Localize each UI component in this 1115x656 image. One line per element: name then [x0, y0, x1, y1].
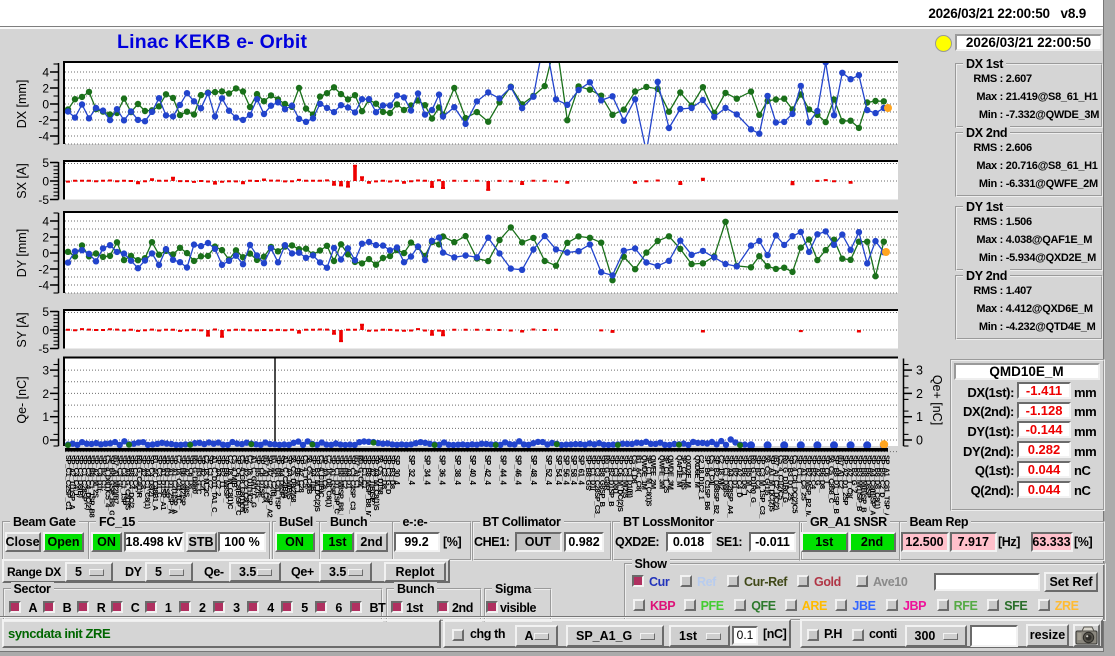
svg-text:2: 2	[42, 231, 49, 245]
svg-text:SP_34_4: SP_34_4	[422, 455, 431, 485]
svg-text:1: 1	[42, 410, 49, 424]
svg-text:4: 4	[42, 215, 49, 229]
svg-text:0: 0	[916, 434, 923, 448]
svg-text:SP_52_4: SP_52_4	[544, 455, 553, 485]
svg-text:4: 4	[42, 66, 49, 80]
svg-text:0: 0	[42, 247, 49, 261]
svg-text:DX [mm]: DX [mm]	[15, 80, 29, 129]
svg-text:3: 3	[42, 364, 49, 378]
svg-text:SP_46_4: SP_46_4	[514, 455, 523, 485]
svg-text:SY [A]: SY [A]	[15, 312, 29, 347]
svg-text:2: 2	[42, 387, 49, 401]
svg-text:SP_32_4: SP_32_4	[407, 455, 416, 485]
svg-text:-2: -2	[38, 114, 49, 128]
svg-text:Qe- [nC]: Qe- [nC]	[15, 376, 29, 423]
svg-text:1: 1	[916, 410, 923, 424]
svg-text:QWFE_2M: QWFE_2M	[649, 455, 658, 489]
svg-text:-4: -4	[38, 130, 49, 144]
svg-text:2: 2	[42, 82, 49, 96]
svg-text:2: 2	[916, 387, 923, 401]
svg-text:-2: -2	[38, 263, 49, 277]
svg-text:SX [A]: SX [A]	[15, 163, 29, 198]
svg-text:SP_36_4: SP_36_4	[438, 455, 447, 485]
svg-text:0: 0	[42, 98, 49, 112]
svg-text:SP_42_4: SP_42_4	[483, 455, 492, 485]
svg-text:0: 0	[42, 434, 49, 448]
svg-text:SP_A1_C81_TSP_A: SP_A1_C81_TSP_A	[882, 455, 891, 519]
svg-text:QXD2E_M: QXD2E_M	[684, 455, 693, 488]
svg-text:SP_38_4: SP_38_4	[453, 455, 462, 485]
svg-text:SP_30_4: SP_30_4	[392, 455, 401, 485]
svg-text:-5: -5	[38, 342, 49, 356]
svg-text:0: 0	[42, 324, 49, 338]
svg-text:DY [mm]: DY [mm]	[15, 229, 29, 277]
svg-text:Qe+ [nC]: Qe+ [nC]	[930, 375, 944, 425]
svg-text:SP_40_4: SP_40_4	[468, 455, 477, 485]
svg-text:3: 3	[916, 364, 923, 378]
svg-text:5: 5	[42, 305, 49, 319]
svg-text:-5: -5	[38, 193, 49, 207]
svg-text:QWDE_3M: QWDE_3M	[666, 455, 675, 490]
svg-text:-4: -4	[38, 279, 49, 293]
svg-text:SP_48_4: SP_48_4	[529, 455, 538, 485]
svg-text:5: 5	[42, 156, 49, 170]
svg-text:SP_44_4: SP_44_4	[498, 455, 507, 485]
svg-text:0: 0	[42, 175, 49, 189]
